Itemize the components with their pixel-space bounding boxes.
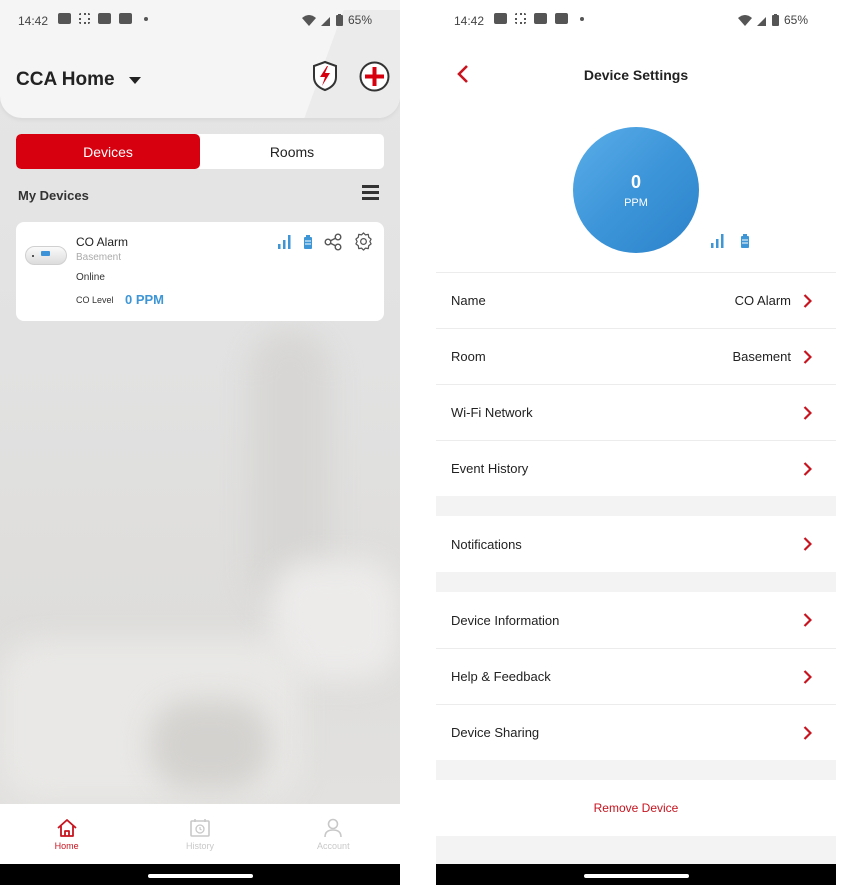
settings-list: Name CO Alarm Room Basement Wi-Fi Networ…: [436, 272, 836, 869]
bottom-nav: Home History Account: [0, 804, 400, 864]
youtube-icon: [555, 13, 568, 24]
youtube-icon: [98, 13, 111, 24]
home-tabs: Devices Rooms: [16, 134, 384, 169]
battery-percent: 65%: [347, 13, 372, 27]
dropdown-caret-icon: [128, 76, 141, 84]
chevron-right-icon: [803, 405, 812, 420]
remove-device-button[interactable]: Remove Device: [436, 780, 836, 836]
setting-row-device-sharing[interactable]: Device Sharing: [436, 704, 836, 760]
system-nav-bar: [436, 864, 836, 885]
home-gesture-handle[interactable]: [148, 874, 253, 878]
setting-label: Wi-Fi Network: [451, 405, 533, 420]
chevron-right-icon: [803, 613, 812, 627]
nav-history-label: History: [185, 840, 214, 851]
home-title: CCA Home: [16, 69, 115, 90]
page-title: Device Settings: [583, 67, 689, 83]
device-room: Basement: [76, 252, 122, 263]
list-menu-icon[interactable]: [362, 185, 379, 200]
battery-icon: [335, 14, 343, 26]
settings-gear-icon[interactable]: [354, 232, 373, 251]
ppm-unit: PPM: [624, 197, 648, 209]
dot-icon: [144, 16, 148, 21]
setting-row-device-information[interactable]: Device Information: [436, 592, 836, 648]
home-screen: 14:42 65% CCA Home Devices Rooms My Devi…: [0, 0, 400, 885]
setting-label: Help & Feedback: [451, 669, 551, 684]
setting-row-notifications[interactable]: Notifications: [436, 516, 836, 572]
history-icon: [190, 818, 210, 837]
slack-icon: [515, 13, 526, 24]
section-divider: [436, 572, 836, 592]
setting-value: Basement: [732, 349, 791, 364]
tab-devices[interactable]: Devices: [16, 134, 200, 169]
status-time: 14:42: [454, 14, 485, 28]
co-alarm-image: [25, 246, 67, 265]
background-blur: [150, 700, 270, 790]
battery-level-icon: [304, 234, 312, 249]
setting-label: Device Information: [451, 612, 560, 628]
news-icon: [58, 13, 71, 24]
setting-row-help-feedback[interactable]: Help & Feedback: [436, 648, 836, 704]
setting-row-room[interactable]: Room Basement: [436, 328, 836, 384]
battery-icon: [771, 14, 779, 26]
device-card[interactable]: CO Alarm Basement Online CO Level 0 PPM: [16, 222, 384, 321]
add-device-icon[interactable]: [359, 61, 390, 92]
device-name: CO Alarm: [76, 235, 129, 249]
signal-strength-icon: [278, 234, 291, 249]
section-divider: [436, 760, 836, 780]
home-selector[interactable]: CCA Home: [16, 69, 141, 91]
setting-row-name[interactable]: Name CO Alarm: [436, 272, 836, 328]
chevron-right-icon: [803, 293, 812, 308]
chevron-right-icon: [803, 725, 812, 740]
status-time: 14:42: [18, 14, 49, 28]
co-ppm-gauge: 0 PPM: [573, 127, 699, 253]
shield-alert-icon[interactable]: [311, 60, 339, 92]
setting-label: Room: [451, 349, 486, 364]
nav-account-label: Account: [317, 840, 350, 851]
wifi-icon: [737, 14, 752, 26]
nav-home[interactable]: Home: [0, 804, 133, 864]
dot-icon: [580, 16, 584, 21]
signal-strength-icon: [711, 234, 724, 248]
cell-signal-icon: [320, 16, 330, 26]
setting-label: Event History: [451, 461, 529, 476]
status-bar: 14:42 65%: [436, 10, 836, 32]
chevron-right-icon: [803, 461, 812, 476]
co-level-label: CO Level: [76, 295, 114, 305]
ppm-value: 0: [630, 172, 641, 192]
setting-row-event-history[interactable]: Event History: [436, 440, 836, 496]
co-level-value: 0 PPM: [125, 292, 165, 307]
section-divider: [436, 496, 836, 516]
setting-value: CO Alarm: [734, 293, 791, 308]
nav-home-label: Home: [54, 840, 79, 851]
chevron-right-icon: [803, 537, 812, 551]
home-icon: [57, 818, 77, 837]
slack-icon: [79, 13, 90, 24]
account-icon: [324, 818, 343, 837]
cell-signal-icon: [756, 16, 766, 26]
setting-label: Device Sharing: [451, 725, 540, 740]
wifi-icon: [301, 14, 316, 26]
status-bar: 14:42 65%: [0, 10, 400, 32]
battery-level-icon: [741, 234, 749, 248]
battery-percent: 65%: [783, 13, 808, 27]
setting-label: Name: [451, 293, 486, 308]
device-settings-screen: 14:42 65% Device Settings 0 PPM Name CO …: [436, 0, 836, 885]
youtube-icon: [534, 13, 547, 24]
setting-row-wifi-network[interactable]: Wi-Fi Network: [436, 384, 836, 440]
youtube-icon: [119, 13, 132, 24]
share-icon[interactable]: [324, 233, 342, 251]
device-status: Online: [76, 272, 105, 283]
nav-history[interactable]: History: [133, 804, 266, 864]
system-nav-bar: [0, 864, 400, 885]
news-icon: [494, 13, 507, 24]
home-gesture-handle[interactable]: [584, 874, 689, 878]
chevron-right-icon: [803, 669, 812, 684]
tab-rooms[interactable]: Rooms: [200, 134, 384, 169]
nav-account[interactable]: Account: [267, 804, 400, 864]
my-devices-heading: My Devices: [18, 188, 89, 203]
setting-label: Notifications: [451, 536, 522, 552]
chevron-right-icon: [803, 349, 812, 364]
